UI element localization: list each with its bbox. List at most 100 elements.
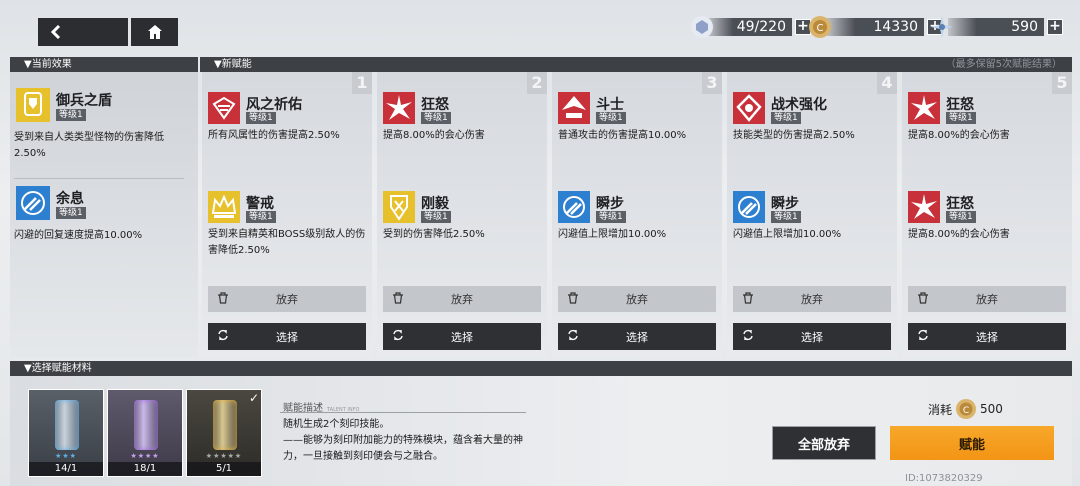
material-slot-3[interactable]: ★★★★★ 5/1 ✓ — [186, 389, 262, 477]
talent-column-5: 5 狂怒 等级1 提高8.00%的会心伤害 狂怒 等级1 提高8.00%的会心伤… — [902, 72, 1072, 357]
wind-icon — [208, 92, 240, 124]
home-icon — [147, 25, 162, 39]
empower-button[interactable]: 赋能 — [890, 426, 1054, 460]
talent-column-3: 3 斗士 等级1 普通攻击的伤害提高10.00% 瞬步 等级1 闪避值上限增加1… — [552, 72, 722, 357]
talent-level: 等级1 — [771, 112, 801, 124]
talent-name: 风之祈佑 — [246, 97, 302, 113]
discard-button[interactable]: 放弃 — [908, 286, 1066, 312]
talent-desc: 技能类型的伤害提高2.50% — [733, 130, 855, 141]
divider — [14, 178, 184, 179]
swap-icon — [212, 329, 234, 344]
effect-name: 余息 — [56, 191, 84, 207]
talent-name: 瞬步 — [596, 196, 624, 212]
material-count: 5/1 — [187, 462, 261, 476]
talent-level: 等级1 — [421, 112, 451, 124]
effect-desc: 闪避的回复速度提高10.00% — [14, 230, 143, 241]
divider — [280, 412, 526, 413]
dash-icon — [16, 186, 50, 220]
discard-button[interactable]: 放弃 — [733, 286, 891, 312]
talent-level: 等级1 — [421, 211, 451, 223]
back-arrow-icon — [50, 25, 61, 39]
resource-stamina: 49/220 + — [690, 16, 811, 38]
column-number: 1 — [352, 72, 372, 94]
swap-icon — [387, 329, 409, 344]
coin-value: 14330 — [873, 19, 918, 35]
talent-name: 狂怒 — [946, 196, 974, 212]
stamina-icon — [691, 16, 713, 38]
choose-button[interactable]: 选择 — [733, 323, 891, 350]
talent-column-2: 2 狂怒 等级1 提高8.00%的会心伤害 刚毅 等级1 受到的伤害降低2.50… — [377, 72, 547, 357]
choose-button[interactable]: 选择 — [208, 323, 366, 350]
talent-level: 等级1 — [246, 211, 276, 223]
current-effects-header: ▼当前效果 — [10, 57, 198, 72]
fighter-icon — [558, 92, 590, 124]
description-text: 随机生成2个刻印技能。 ——能够为刻印附加能力的特殊模块，蕴含着大量的神力，一旦… — [283, 419, 523, 462]
spike-shield-icon — [383, 191, 415, 223]
talent-level: 等级1 — [771, 211, 801, 223]
material-count: 14/1 — [29, 462, 103, 476]
burst-icon — [908, 92, 940, 124]
trash-icon — [737, 291, 759, 307]
material-capsule-icon — [55, 400, 79, 450]
trash-icon — [562, 291, 584, 307]
material-slot-2[interactable]: ★★★★ 18/1 — [107, 389, 183, 477]
talent-desc: 闪避值上限增加10.00% — [558, 229, 667, 240]
coin-icon: C — [809, 16, 831, 38]
crystal-icon — [931, 16, 953, 38]
talent-desc: 提高8.00%的会心伤害 — [383, 130, 485, 141]
talent-name: 狂怒 — [421, 97, 449, 113]
cost-display: 消耗 C 500 — [928, 398, 1003, 420]
material-count: 18/1 — [108, 462, 182, 476]
resource-coin: C 14330 + — [808, 16, 943, 38]
effect-level: 等级1 — [56, 207, 86, 219]
talent-level: 等级1 — [946, 211, 976, 223]
retention-note: （最多保留5次赋能结果） — [945, 59, 1062, 70]
talent-desc: 普通攻击的伤害提高10.00% — [558, 130, 687, 141]
talent-desc: 所有风属性的伤害提高2.50% — [208, 130, 340, 141]
talent-name: 瞬步 — [771, 196, 799, 212]
crystal-value: 590 — [1011, 19, 1038, 35]
talent-name: 刚毅 — [421, 196, 449, 212]
materials-header: ▼选择赋能材料 — [10, 361, 1072, 376]
choose-button[interactable]: 选择 — [558, 323, 716, 350]
talent-name: 斗士 — [596, 97, 624, 113]
choose-button[interactable]: 选择 — [908, 323, 1066, 350]
talent-desc: 受到来自精英和BOSS级别敌人的伤害降低2.50% — [208, 229, 366, 256]
discard-all-button[interactable]: 全部放弃 — [772, 426, 876, 460]
talent-level: 等级1 — [596, 112, 626, 124]
material-stars: ★★★★★ — [205, 452, 243, 460]
column-number: 3 — [702, 72, 722, 94]
svg-text:C: C — [817, 23, 824, 34]
user-id: ID:1073820329 — [905, 473, 983, 484]
talent-desc: 提高8.00%的会心伤害 — [908, 130, 1010, 141]
choose-button[interactable]: 选择 — [383, 323, 541, 350]
new-talents-header: ▼新赋能 （最多保留5次赋能结果） — [200, 57, 1072, 72]
discard-button[interactable]: 放弃 — [208, 286, 366, 312]
talent-desc: 提高8.00%的会心伤害 — [908, 229, 1010, 240]
dash-icon — [733, 191, 765, 223]
home-button[interactable] — [131, 18, 178, 46]
talent-column-4: 4 战术强化 等级1 技能类型的伤害提高2.50% 瞬步 等级1 闪避值上限增加… — [727, 72, 897, 357]
tactics-icon — [733, 92, 765, 124]
cost-value: 500 — [980, 402, 1003, 416]
stamina-value: 49/220 — [736, 19, 786, 35]
column-number: 5 — [1052, 72, 1072, 94]
material-slot-1[interactable]: ★★★ 14/1 — [28, 389, 104, 477]
effect-name: 御兵之盾 — [56, 93, 112, 109]
selected-check-icon: ✓ — [248, 391, 259, 405]
effect-level: 等级1 — [56, 109, 86, 121]
discard-button[interactable]: 放弃 — [383, 286, 541, 312]
crystal-add-button[interactable]: + — [1047, 19, 1063, 35]
effect-desc: 受到来自人类类型怪物的伤害降低2.50% — [14, 132, 164, 159]
material-stars: ★★★ — [55, 452, 77, 460]
back-button[interactable] — [38, 18, 128, 46]
material-stars: ★★★★ — [130, 452, 160, 460]
talent-name: 战术强化 — [771, 97, 827, 113]
discard-button[interactable]: 放弃 — [558, 286, 716, 312]
swap-icon — [912, 329, 934, 344]
material-capsule-icon — [134, 400, 158, 450]
crown-icon — [208, 191, 240, 223]
column-number: 2 — [527, 72, 547, 94]
burst-icon — [908, 191, 940, 223]
talent-level: 等级1 — [946, 112, 976, 124]
